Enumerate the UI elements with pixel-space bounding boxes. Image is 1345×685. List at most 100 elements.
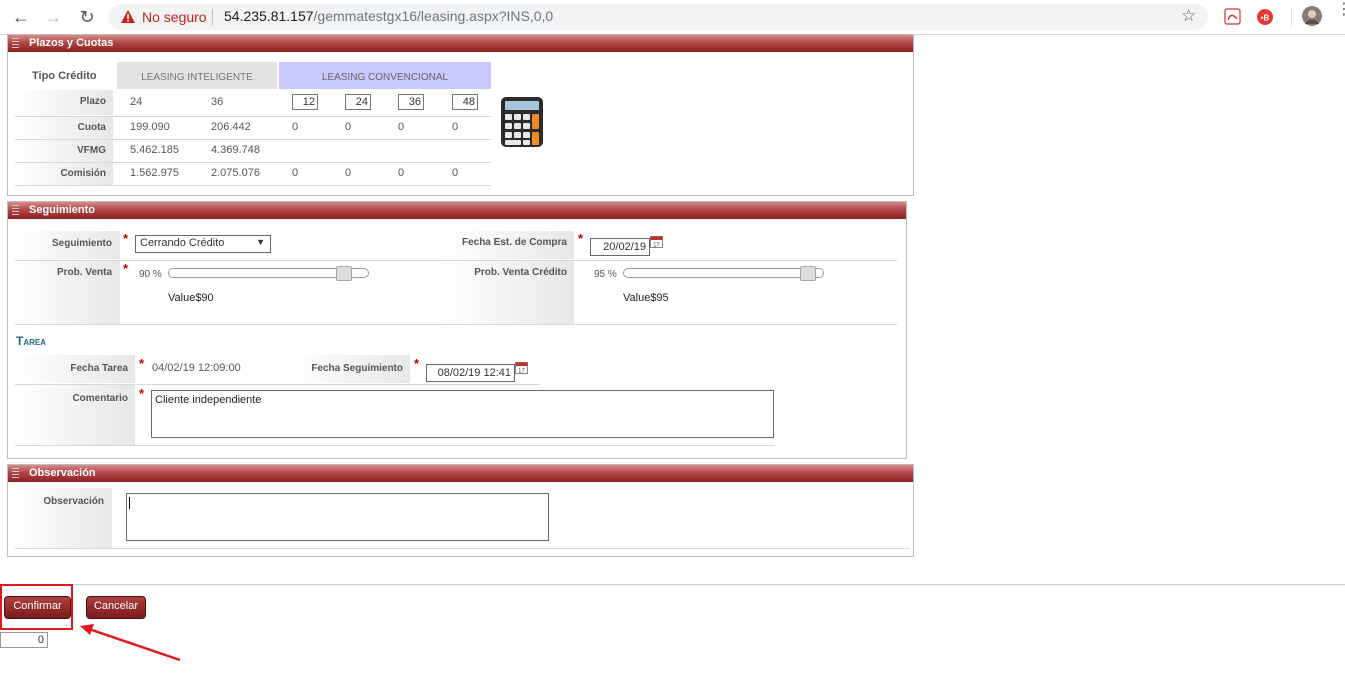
plazo-input-24[interactable]: 24: [345, 94, 371, 110]
row-divider: [15, 139, 491, 140]
annotation-arrow-icon: [80, 624, 181, 662]
prob-venta-credito-value: Value$95: [623, 292, 669, 304]
row-divider: [15, 116, 491, 117]
convencional-cuota: 0: [452, 121, 459, 133]
inteligente-header: LEASING INTELIGENTE: [141, 72, 253, 83]
convencional-comision: 0: [398, 167, 405, 179]
inteligente-comision: 2.075.076: [211, 167, 260, 179]
fecha-tarea-value: 04/02/19 12:09:00: [152, 362, 241, 374]
convencional-comision: 0: [345, 167, 352, 179]
fecha-compra-label: Fecha Est. de Compra: [461, 237, 567, 248]
url-path: /gemmatestgx16/leasing.aspx?INS,0,0: [313, 8, 554, 24]
tarea-heading: Tarea: [16, 334, 46, 348]
forward-arrow-icon[interactable]: →: [42, 6, 64, 28]
row-divider: [15, 162, 491, 163]
convencional-comision: 0: [452, 167, 459, 179]
row-divider: [15, 445, 775, 446]
comentario-label: Comentario: [72, 393, 128, 404]
required-marker: *: [123, 231, 129, 246]
comision-label: Comisión: [60, 168, 106, 179]
pdf-extension-icon[interactable]: [1224, 8, 1241, 25]
row-divider: [15, 185, 491, 186]
convencional-comision: 0: [292, 167, 299, 179]
seguimiento-header: Seguimiento: [8, 202, 906, 219]
address-divider: [212, 9, 213, 25]
browser-toolbar: ← → ↻ No seguro 54.235.81.157/gemmatestg…: [0, 0, 1345, 35]
plazo-label: Plazo: [79, 96, 106, 107]
extension-badge-icon[interactable]: •B: [1256, 8, 1274, 26]
plazos-header: Plazos y Cuotas: [8, 35, 913, 52]
calculator-icon[interactable]: [500, 96, 544, 148]
grip-icon: [12, 205, 19, 216]
slider-handle[interactable]: [800, 266, 816, 281]
url-text[interactable]: 54.235.81.157/gemmatestgx16/leasing.aspx…: [224, 8, 553, 24]
inteligente-vfmg: 4.369.748: [211, 144, 260, 156]
observacion-textarea[interactable]: [126, 493, 549, 541]
plazos-title: Plazos y Cuotas: [29, 37, 114, 49]
fecha-tarea-label: Fecha Tarea: [70, 363, 128, 374]
comentario-textarea[interactable]: Cliente independiente: [151, 390, 774, 438]
prob-venta-percent: 90 %: [139, 269, 162, 280]
calendar-icon[interactable]: 17: [650, 235, 663, 248]
convencional-cuota: 0: [345, 121, 352, 133]
plazo-input-12[interactable]: 12: [292, 94, 318, 110]
prob-venta-value: Value$90: [168, 292, 214, 304]
inteligente-plazo: 36: [211, 96, 224, 108]
prob-venta-slider[interactable]: [168, 266, 369, 281]
svg-text:•B: •B: [1261, 14, 1270, 23]
slider-handle[interactable]: [336, 266, 352, 281]
profile-avatar-icon[interactable]: [1302, 6, 1322, 26]
text-cursor: [129, 497, 130, 509]
security-status[interactable]: No seguro: [142, 9, 207, 25]
warning-icon: [121, 10, 135, 23]
inteligente-plazo: 24: [130, 96, 143, 108]
fecha-seguimiento-label: Fecha Seguimiento: [311, 363, 403, 374]
grip-icon: [12, 38, 19, 49]
back-arrow-icon[interactable]: ←: [10, 6, 32, 28]
inteligente-vfmg: 5.462.185: [130, 144, 179, 156]
row-divider: [15, 324, 897, 325]
plazo-input-48[interactable]: 48: [452, 94, 478, 110]
row-divider: [15, 548, 910, 549]
inteligente-cuota: 199.090: [130, 121, 170, 133]
seguimiento-select[interactable]: Cerrando Crédito ▼: [135, 235, 271, 253]
counter-input[interactable]: 0: [0, 632, 48, 648]
seguimiento-selected: Cerrando Crédito: [140, 237, 225, 249]
vfmg-label: VFMG: [77, 145, 106, 156]
inteligente-cuota: 206.442: [211, 121, 251, 133]
required-marker: *: [414, 356, 420, 371]
cancelar-button[interactable]: Cancelar: [86, 596, 146, 619]
seguimiento-title: Seguimiento: [29, 204, 96, 216]
observacion-title: Observación: [29, 467, 96, 479]
url-host: 54.235.81.157: [224, 8, 314, 24]
dropdown-arrow-icon: ▼: [256, 237, 265, 247]
footer-divider: [0, 584, 1345, 585]
required-marker: *: [578, 231, 584, 246]
reload-icon[interactable]: ↻: [76, 6, 98, 28]
prob-venta-label: Prob. Venta: [56, 267, 112, 278]
confirmar-button[interactable]: Confirmar: [4, 596, 71, 619]
calendar-icon[interactable]: 17: [515, 361, 528, 374]
observacion-header: Observación: [8, 465, 913, 482]
prob-venta-credito-percent: 95 %: [594, 269, 617, 280]
address-bar[interactable]: No seguro 54.235.81.157/gemmatestgx16/le…: [108, 4, 1208, 30]
grip-icon: [12, 468, 19, 479]
fecha-compra-input[interactable]: 20/02/19: [590, 238, 650, 256]
fecha-seguimiento-input[interactable]: 08/02/19 12:41: [426, 364, 515, 382]
prob-venta-credito-label: Prob. Venta Crédito: [474, 267, 567, 278]
svg-text:17: 17: [653, 243, 660, 249]
required-marker: *: [123, 261, 129, 276]
convencional-header: LEASING CONVENCIONAL: [321, 72, 449, 83]
bookmark-star-icon[interactable]: ☆: [1181, 6, 1196, 26]
tipo-credito-label: Tipo Crédito: [32, 70, 97, 82]
observacion-label: Observación: [43, 496, 104, 507]
required-marker: *: [139, 356, 145, 371]
plazo-input-36[interactable]: 36: [398, 94, 424, 110]
toolbar-divider: [1291, 7, 1292, 27]
inteligente-comision: 1.562.975: [130, 167, 179, 179]
convencional-cuota: 0: [398, 121, 405, 133]
menu-kebab-icon[interactable]: ⋮: [1336, 2, 1345, 18]
prob-venta-credito-slider[interactable]: [623, 266, 824, 281]
seguimiento-label: Seguimiento: [51, 238, 112, 249]
cuota-label: Cuota: [77, 122, 106, 133]
